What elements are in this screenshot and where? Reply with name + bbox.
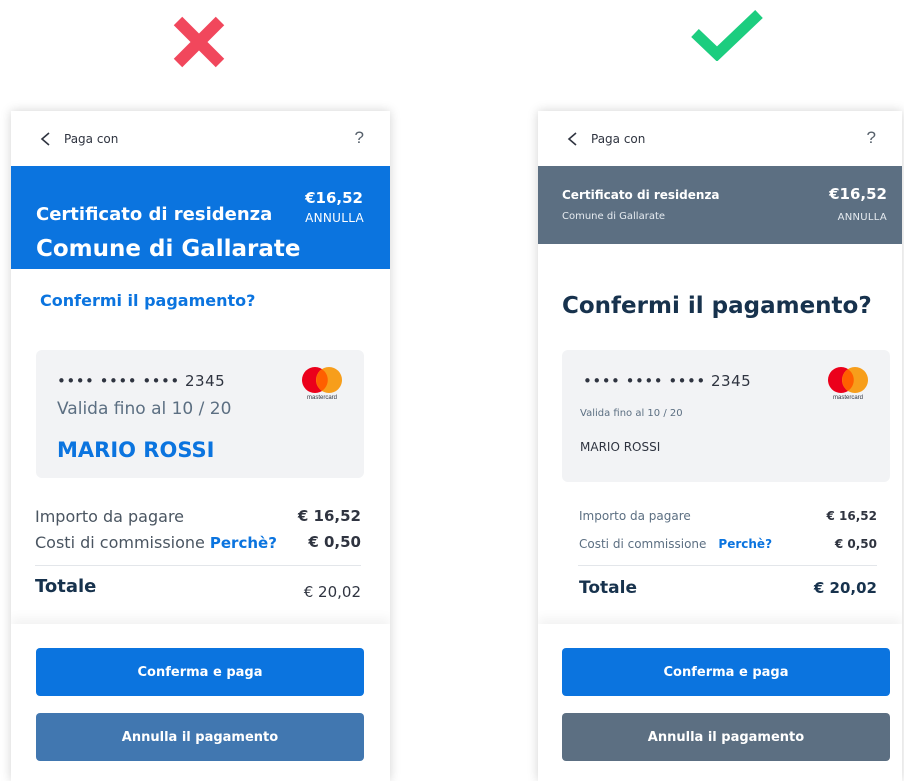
back-chevron-icon[interactable]: [39, 131, 53, 147]
municipality-name: Comune di Gallarate: [562, 211, 666, 222]
topbar-title: Paga con: [64, 132, 119, 146]
button-area: Conferma e paga Annulla il pagamento: [11, 624, 390, 781]
document-title: Certificato di residenza: [36, 204, 273, 225]
help-button[interactable]: ?: [867, 128, 876, 148]
total-label: Totale: [579, 578, 637, 598]
confirm-pay-button[interactable]: Conferma e paga: [562, 648, 890, 696]
amount-label: Importo da pagare: [35, 507, 185, 526]
fee-value: € 0,50: [834, 537, 877, 551]
payment-screen-good: Paga con ? Certificato di residenza Comu…: [538, 111, 902, 781]
card-number: •••• •••• •••• 2345: [57, 372, 226, 390]
fee-label: Costi di commissione: [579, 537, 707, 551]
cancel-payment-button[interactable]: Annulla il pagamento: [562, 713, 890, 761]
header-cancel-link[interactable]: ANNULLA: [305, 211, 364, 225]
card-expiry: Valida fino al 10 / 20: [580, 408, 683, 419]
total-value: € 20,02: [303, 583, 361, 601]
card-holder: MARIO ROSSI: [57, 438, 215, 462]
fee-label-wrap: Costi di commissione Perchè?: [579, 537, 772, 551]
total-value: € 20,02: [813, 579, 877, 597]
confirm-question: Confermi il pagamento?: [40, 291, 256, 310]
header-price: €16,52: [305, 189, 363, 207]
municipality-name: Comune di Gallarate: [36, 236, 301, 262]
top-bar: Paga con ?: [11, 111, 390, 166]
button-area: Conferma e paga Annulla il pagamento: [538, 624, 902, 781]
total-label: Totale: [35, 576, 97, 597]
summary-divider: [35, 565, 361, 566]
help-button[interactable]: ?: [355, 128, 364, 148]
card-number: •••• •••• •••• 2345: [583, 372, 752, 390]
back-chevron-icon[interactable]: [566, 131, 580, 147]
mastercard-logo: mastercard: [824, 366, 872, 404]
card-brand: mastercard: [832, 395, 863, 401]
amount-label: Importo da pagare: [579, 509, 691, 523]
amount-value: € 16,52: [297, 507, 361, 525]
cancel-payment-button[interactable]: Annulla il pagamento: [36, 713, 364, 761]
topbar-title: Paga con: [591, 132, 646, 146]
check-icon: [690, 9, 764, 61]
mastercard-logo: mastercard: [298, 366, 346, 404]
payment-screen-bad: Paga con ? Certificato di residenza €16,…: [11, 111, 390, 781]
fee-label-wrap: Costi di commissione Perchè?: [35, 533, 277, 552]
top-bar: Paga con ?: [538, 111, 902, 166]
confirm-pay-button[interactable]: Conferma e paga: [36, 648, 364, 696]
fee-value: € 0,50: [308, 533, 361, 551]
payment-header: Certificato di residenza €16,52 ANNULLA …: [11, 166, 390, 269]
card-expiry: Valida fino al 10 / 20: [57, 399, 232, 419]
document-title: Certificato di residenza: [562, 188, 720, 202]
amount-value: € 16,52: [826, 509, 877, 523]
payment-card[interactable]: •••• •••• •••• 2345 mastercard Valida fi…: [36, 350, 364, 478]
confirm-question: Confermi il pagamento?: [562, 293, 872, 319]
fee-why-link[interactable]: Perchè?: [210, 534, 277, 552]
header-price: €16,52: [829, 185, 887, 203]
card-holder: MARIO ROSSI: [580, 440, 661, 454]
card-brand: mastercard: [306, 395, 337, 401]
cross-icon: [170, 13, 228, 71]
summary-divider: [578, 565, 877, 566]
payment-card[interactable]: •••• •••• •••• 2345 mastercard Valida fi…: [562, 350, 890, 482]
payment-header: Certificato di residenza Comune di Galla…: [538, 166, 902, 244]
header-cancel-link[interactable]: ANNULLA: [838, 212, 887, 223]
fee-why-link[interactable]: Perchè?: [718, 537, 772, 551]
fee-label: Costi di commissione: [35, 533, 205, 552]
